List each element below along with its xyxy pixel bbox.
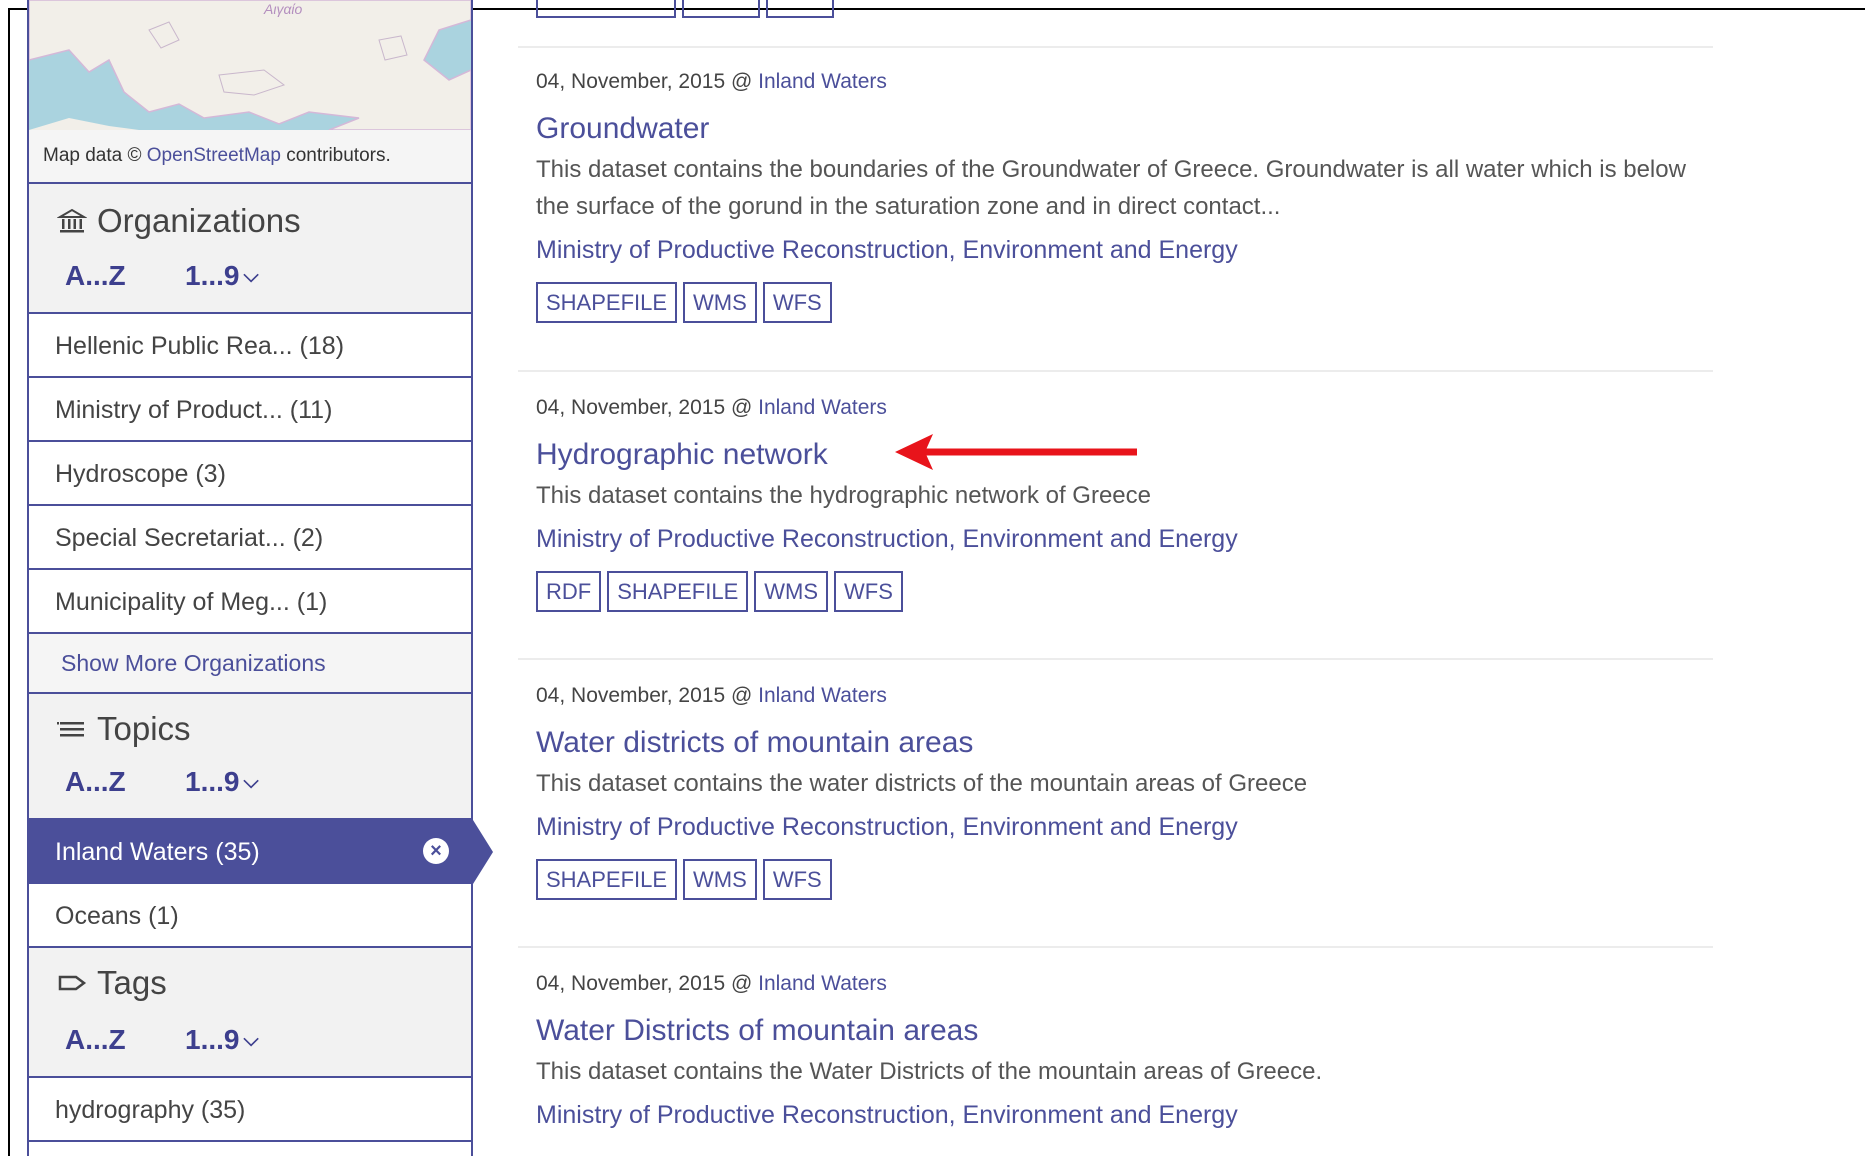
sort-alpha-button[interactable]: A...Z	[65, 1024, 126, 1056]
tags-facet-header: Tags A...Z 1...9 ⌵	[29, 948, 471, 1078]
organizations-title-text: Organizations	[97, 202, 301, 239]
format-tag[interactable]: WFS	[762, 282, 832, 323]
format-tag[interactable]: RDF	[536, 571, 602, 612]
format-tag[interactable]: WMS	[683, 859, 757, 900]
organizations-title: Organizations	[57, 202, 301, 240]
chevron-down-icon: ⌵	[243, 265, 259, 287]
dataset-description: This dataset contains the boundaries of …	[536, 156, 1686, 220]
chevron-down-icon: ⌵	[243, 771, 259, 793]
previous-result-formats	[536, 0, 834, 18]
result-separator	[518, 46, 1713, 48]
format-tag-partial[interactable]	[682, 0, 760, 18]
dataset-organization-link[interactable]: Ministry of Productive Reconstruction, E…	[536, 525, 1696, 554]
dataset-description: This dataset contains the Water District…	[536, 1058, 1323, 1085]
tag-icon	[58, 975, 87, 991]
dataset-topic-link[interactable]: Inland Waters	[758, 70, 887, 93]
dataset-item: 04, November, 2015 @ Inland Waters Groun…	[536, 70, 1696, 323]
facet-item-organization[interactable]: Special Secretariat... (2)	[29, 506, 471, 570]
facet-item-organization[interactable]: Municipality of Meg... (1)	[29, 570, 471, 634]
map-place-label: Αιγαίο	[263, 1, 303, 17]
dataset-organization-link[interactable]: Ministry of Productive Reconstruction, E…	[536, 813, 1696, 842]
facet-item-tag[interactable]: hydrography (35)	[29, 1078, 471, 1142]
bank-icon	[57, 208, 87, 233]
sort-count-label: 1...9	[185, 766, 240, 797]
dataset-item: 04, November, 2015 @ Inland Waters Water…	[536, 684, 1696, 900]
dataset-title-link[interactable]: Water Districts of mountain areas	[536, 1014, 1696, 1048]
dataset-date: 04, November, 2015 @	[536, 396, 753, 419]
sort-alpha-button[interactable]: A...Z	[65, 260, 126, 292]
result-separator	[518, 946, 1713, 948]
dataset-topic-link[interactable]: Inland Waters	[758, 972, 887, 995]
sort-alpha-button[interactable]: A...Z	[65, 766, 126, 798]
sort-count-button[interactable]: 1...9 ⌵	[185, 260, 259, 292]
tags-title: Tags	[57, 964, 167, 1002]
clear-filter-icon[interactable]: ×	[423, 838, 449, 864]
facet-item-topic[interactable]: Oceans (1)	[29, 884, 471, 948]
sort-count-button[interactable]: 1...9 ⌵	[185, 1024, 259, 1056]
active-pointer	[473, 820, 493, 884]
result-separator	[518, 370, 1713, 372]
facet-item-topic-active[interactable]: Inland Waters (35) ×	[29, 820, 493, 884]
map-tiles: Αιγαίο	[29, 0, 471, 130]
format-tag[interactable]: SHAPEFILE	[607, 571, 749, 612]
format-tag[interactable]: WMS	[683, 282, 757, 323]
attribution-prefix: Map data ©	[43, 145, 142, 166]
format-tag-partial[interactable]	[766, 0, 834, 18]
organizations-facet-header: Organizations A...Z 1...9 ⌵	[29, 184, 471, 314]
sidebar: Αιγαίο Map data © OpenStreetMap contribu…	[27, 0, 493, 1156]
dataset-title-link[interactable]: Water districts of mountain areas	[536, 726, 1696, 760]
dataset-title-link[interactable]: Groundwater	[536, 112, 1696, 146]
dataset-description: This dataset contains the water district…	[536, 770, 1308, 797]
dataset-formats: SHAPEFILE WMS WFS	[536, 859, 1696, 900]
dataset-results: 04, November, 2015 @ Inland Waters Groun…	[518, 0, 1713, 1156]
attribution-suffix: contributors.	[286, 145, 391, 166]
dataset-date: 04, November, 2015 @	[536, 972, 753, 995]
dataset-item: 04, November, 2015 @ Inland Waters Water…	[536, 972, 1696, 1130]
dataset-formats: SHAPEFILE WMS WFS	[536, 282, 1696, 323]
facet-item-organization[interactable]: Ministry of Product... (11)	[29, 378, 471, 442]
format-tag[interactable]: SHAPEFILE	[536, 859, 678, 900]
format-tag[interactable]: WFS	[762, 859, 832, 900]
chevron-down-icon: ⌵	[243, 1029, 259, 1051]
map-attribution: Map data © OpenStreetMap contributors.	[29, 130, 471, 184]
dataset-topic-link[interactable]: Inland Waters	[758, 396, 887, 419]
tags-title-text: Tags	[97, 964, 167, 1001]
sort-count-label: 1...9	[185, 260, 240, 291]
format-tag[interactable]: SHAPEFILE	[536, 282, 678, 323]
sort-count-label: 1...9	[185, 1024, 240, 1055]
dataset-organization-link[interactable]: Ministry of Productive Reconstruction, E…	[536, 1101, 1696, 1130]
dataset-date: 04, November, 2015 @	[536, 684, 753, 707]
dataset-description: This dataset contains the hydrographic n…	[536, 482, 1151, 509]
dataset-organization-link[interactable]: Ministry of Productive Reconstruction, E…	[536, 236, 1696, 265]
dataset-date: 04, November, 2015 @	[536, 70, 753, 93]
dataset-meta: 04, November, 2015 @ Inland Waters	[536, 396, 1696, 426]
show-more-organizations-link[interactable]: Show More Organizations	[29, 634, 471, 694]
topics-title-text: Topics	[97, 710, 191, 747]
format-tag[interactable]: WFS	[834, 571, 903, 612]
format-tag-partial[interactable]	[536, 0, 676, 18]
dataset-meta: 04, November, 2015 @ Inland Waters	[536, 972, 1696, 1002]
annotation-arrow-icon	[895, 434, 1137, 470]
topics-facet-header: Topics A...Z 1...9 ⌵	[29, 694, 471, 820]
list-icon	[57, 722, 84, 737]
map-view[interactable]: Αιγαίο	[29, 0, 471, 130]
dataset-item: 04, November, 2015 @ Inland Waters Hydro…	[536, 396, 1696, 612]
format-tag[interactable]: WMS	[754, 571, 829, 612]
sort-count-button[interactable]: 1...9 ⌵	[185, 766, 259, 798]
dataset-meta: 04, November, 2015 @ Inland Waters	[536, 684, 1696, 714]
active-topic-label: Inland Waters (35)	[55, 838, 260, 866]
topics-title: Topics	[57, 710, 191, 748]
result-separator	[518, 658, 1713, 660]
facet-item-organization[interactable]: Hydroscope (3)	[29, 442, 471, 506]
dataset-topic-link[interactable]: Inland Waters	[758, 684, 887, 707]
openstreetmap-link[interactable]: OpenStreetMap	[147, 145, 281, 166]
dataset-meta: 04, November, 2015 @ Inland Waters	[536, 70, 1696, 100]
facet-item-organization[interactable]: Hellenic Public Rea... (18)	[29, 314, 471, 378]
dataset-formats: RDF SHAPEFILE WMS WFS	[536, 571, 1696, 612]
